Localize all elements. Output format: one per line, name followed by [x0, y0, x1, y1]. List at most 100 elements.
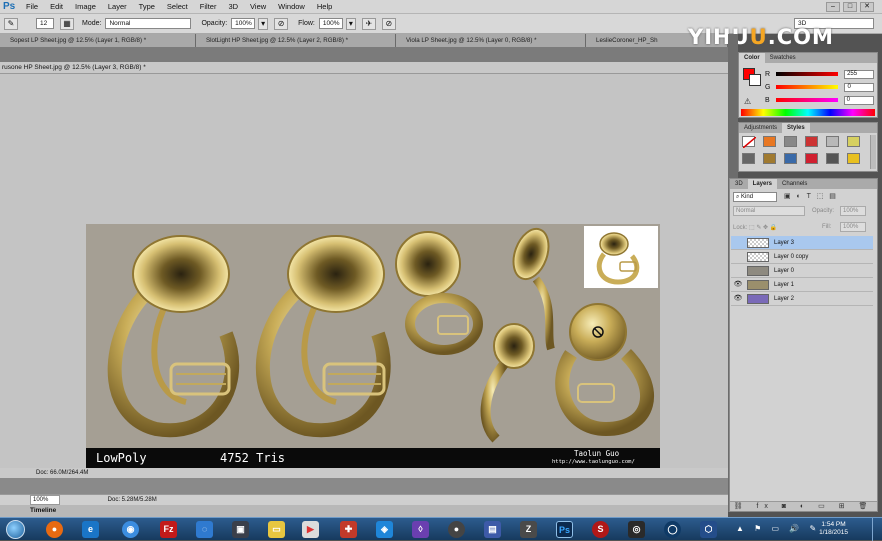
- timeline-tab[interactable]: Timeline: [30, 507, 56, 514]
- zbrush-icon[interactable]: Z: [520, 521, 537, 538]
- layer-row-layer-3[interactable]: Layer 3: [731, 236, 873, 250]
- tab-color[interactable]: Color: [739, 53, 765, 63]
- style-swatch-8[interactable]: [763, 153, 776, 164]
- layer-row-layer-2[interactable]: 👁 Layer 2: [731, 292, 873, 306]
- tab-3d[interactable]: 3D: [730, 179, 748, 189]
- system-clock[interactable]: 1:54 PM 1/18/2015: [819, 521, 848, 537]
- blue-slider[interactable]: [775, 98, 838, 102]
- mode-select[interactable]: Normal: [105, 18, 192, 29]
- menu-type[interactable]: Type: [133, 0, 161, 14]
- app-icon-19[interactable]: ⬡: [700, 521, 717, 538]
- tab-swatches[interactable]: Swatches: [765, 53, 801, 63]
- photoshop-taskbar-icon[interactable]: Ps: [556, 521, 573, 538]
- menu-file[interactable]: File: [20, 0, 44, 14]
- brush-tool-icon[interactable]: ✎: [4, 17, 18, 30]
- styles-scrollbar[interactable]: [870, 135, 876, 169]
- layer-row-layer-0-copy[interactable]: Layer 0 copy: [731, 250, 873, 264]
- tab-document-1[interactable]: Sopest LP Sheet.jpg @ 12.5% (Layer 1, RG…: [0, 34, 196, 47]
- layer-name[interactable]: Layer 0: [774, 268, 794, 274]
- style-none-swatch[interactable]: [742, 136, 757, 149]
- pressure-size-icon[interactable]: ⊘: [381, 17, 396, 30]
- style-swatch-11[interactable]: [826, 153, 839, 164]
- spectrum-ramp[interactable]: [741, 109, 875, 116]
- opacity-input[interactable]: 100%: [231, 18, 256, 29]
- tab-adjustments[interactable]: Adjustments: [739, 123, 782, 133]
- visibility-toggle[interactable]: [731, 236, 745, 250]
- layer-name[interactable]: Layer 0 copy: [774, 254, 808, 260]
- start-button[interactable]: [6, 520, 25, 539]
- menu-window[interactable]: Window: [272, 0, 311, 14]
- layer-kind-filter[interactable]: ⌕ Kind: [733, 192, 777, 202]
- app-icon-6[interactable]: ▣: [232, 521, 249, 538]
- tab-document-2[interactable]: SlotLight HP Sheet.jpg @ 12.5% (Layer 2,…: [196, 34, 396, 47]
- app-icon-13[interactable]: ▤: [484, 521, 501, 538]
- menu-view[interactable]: View: [244, 0, 272, 14]
- visibility-toggle[interactable]: [731, 264, 745, 278]
- minimize-icon[interactable]: –: [826, 2, 840, 12]
- media-player-icon[interactable]: ▶: [302, 521, 319, 538]
- style-swatch-2[interactable]: [763, 136, 776, 147]
- zoom-field[interactable]: 100%: [30, 495, 60, 505]
- app-icon-11[interactable]: ◊: [412, 521, 429, 538]
- style-swatch-7[interactable]: [742, 153, 755, 164]
- tab-channels[interactable]: Channels: [777, 179, 812, 189]
- app-icon-5[interactable]: ◌: [196, 521, 213, 538]
- chevron-down-icon[interactable]: ▾: [345, 17, 356, 30]
- style-swatch-10[interactable]: [805, 153, 818, 164]
- system-tray-icons[interactable]: ▲ ⚑ ▭ 🔊 ✎: [736, 524, 820, 533]
- layer-actions-bar[interactable]: ⛓ fx ◙ ◐ ▭ ⊞ 🗑: [730, 501, 877, 511]
- layer-opacity-input[interactable]: 100%: [840, 206, 866, 216]
- menu-select[interactable]: Select: [161, 0, 194, 14]
- eye-icon[interactable]: 👁: [731, 292, 745, 306]
- dropbox-icon[interactable]: ◈: [376, 521, 393, 538]
- internet-explorer-icon[interactable]: e: [82, 521, 99, 538]
- red-value-input[interactable]: 255: [844, 69, 875, 79]
- app-icon-12[interactable]: ●: [448, 521, 465, 538]
- app-icon-9[interactable]: ✚: [340, 521, 357, 538]
- menu-3d[interactable]: 3D: [222, 0, 244, 14]
- style-swatch-12[interactable]: [847, 153, 860, 164]
- visibility-toggle[interactable]: [731, 250, 745, 264]
- maximize-icon[interactable]: □: [843, 2, 857, 12]
- style-swatch-4[interactable]: [805, 136, 818, 147]
- style-swatch-9[interactable]: [784, 153, 797, 164]
- airbrush-icon[interactable]: ✈: [361, 17, 376, 30]
- filezilla-icon[interactable]: Fz: [160, 521, 177, 538]
- red-slider[interactable]: [776, 72, 839, 76]
- menu-layer[interactable]: Layer: [102, 0, 133, 14]
- green-slider[interactable]: [776, 85, 839, 89]
- brush-panel-icon[interactable]: ▦: [60, 17, 74, 30]
- layer-name[interactable]: Layer 3: [774, 240, 794, 246]
- app-icon-16[interactable]: S: [592, 521, 609, 538]
- menu-filter[interactable]: Filter: [194, 0, 223, 14]
- tab-layers[interactable]: Layers: [747, 179, 778, 189]
- layer-filter-icons[interactable]: ▣ ◐ T ⬚ ▤: [784, 192, 872, 202]
- eye-icon[interactable]: 👁: [731, 278, 745, 292]
- menu-help[interactable]: Help: [311, 0, 338, 14]
- layer-row-layer-1[interactable]: 👁 Layer 1: [731, 278, 873, 292]
- style-swatch-5[interactable]: [826, 136, 839, 147]
- firefox-icon[interactable]: ●: [46, 521, 63, 538]
- blue-value-input[interactable]: 0: [843, 95, 874, 105]
- app-icon-18[interactable]: ◯: [664, 521, 681, 538]
- show-desktop-button[interactable]: [872, 518, 882, 541]
- chevron-down-icon[interactable]: ▾: [258, 17, 269, 30]
- background-color-swatch[interactable]: [749, 74, 761, 86]
- floating-document-title[interactable]: rusone HP Sheet.jpg @ 12.5% (Layer 3, RG…: [0, 62, 728, 74]
- layer-name[interactable]: Layer 2: [774, 296, 794, 302]
- menu-image[interactable]: Image: [69, 0, 102, 14]
- style-swatch-6[interactable]: [847, 136, 860, 147]
- flow-input[interactable]: 100%: [318, 18, 343, 29]
- app-icon-17[interactable]: ◎: [628, 521, 645, 538]
- blend-mode-select[interactable]: Normal: [733, 206, 805, 216]
- layer-row-layer-0[interactable]: Layer 0: [731, 264, 873, 278]
- layer-fill-input[interactable]: 100%: [840, 222, 866, 232]
- brush-size-picker[interactable]: 12: [36, 18, 54, 29]
- folder-icon[interactable]: ▭: [268, 521, 285, 538]
- chrome-icon[interactable]: ◉: [122, 521, 139, 538]
- menu-edit[interactable]: Edit: [44, 0, 69, 14]
- green-value-input[interactable]: 0: [844, 82, 875, 92]
- tab-styles[interactable]: Styles: [782, 123, 810, 133]
- pressure-opacity-icon[interactable]: ⊘: [274, 17, 289, 30]
- close-icon[interactable]: ✕: [860, 2, 874, 12]
